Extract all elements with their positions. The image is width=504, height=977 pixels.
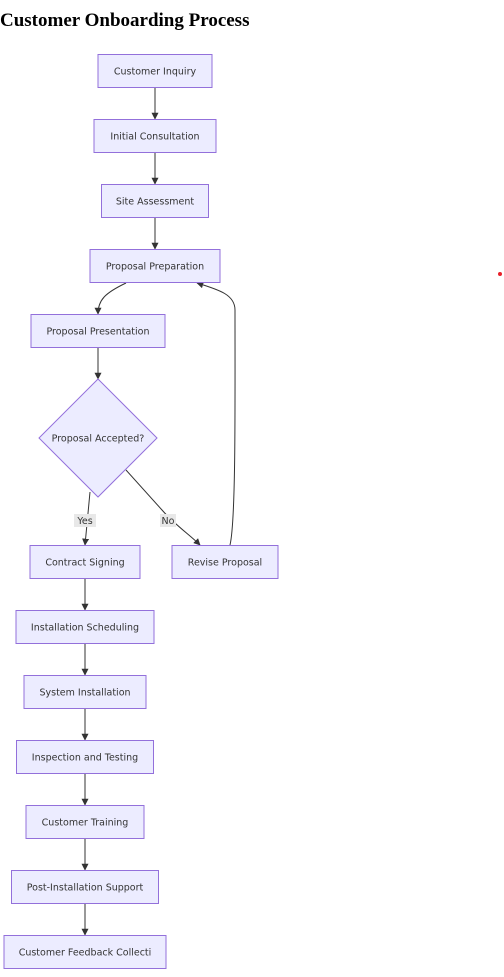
- node-label: Site Assessment: [116, 197, 195, 208]
- node-install[interactable]: System Installation: [23, 675, 147, 709]
- node-label: Installation Scheduling: [31, 623, 139, 634]
- edge-label-yes: Yes: [74, 514, 96, 527]
- node-label: Inspection and Testing: [32, 753, 138, 764]
- node-label: Initial Consultation: [110, 132, 199, 143]
- edge-line: [125, 469, 201, 546]
- node-contract[interactable]: Contract Signing: [29, 545, 141, 579]
- node-label: Customer Feedback Collecti: [19, 948, 152, 959]
- node-accepted[interactable]: Proposal Accepted?: [38, 378, 158, 498]
- svg-text:Yes: Yes: [76, 516, 92, 527]
- node-support[interactable]: Post-Installation Support: [11, 870, 159, 904]
- node-training[interactable]: Customer Training: [25, 805, 145, 839]
- node-inquiry[interactable]: Customer Inquiry: [97, 54, 213, 88]
- node-label: System Installation: [39, 688, 130, 699]
- edge-prep-present: [94, 282, 127, 315]
- node-label: Customer Inquiry: [114, 67, 197, 78]
- node-schedule[interactable]: Installation Scheduling: [15, 610, 155, 644]
- node-site[interactable]: Site Assessment: [101, 184, 209, 218]
- node-label: Post-Installation Support: [27, 883, 144, 894]
- node-label: Proposal Preparation: [106, 262, 204, 273]
- node-consult[interactable]: Initial Consultation: [93, 119, 217, 153]
- edge-line: [94, 282, 127, 315]
- edge-revise-prep: [196, 281, 236, 546]
- node-label: Customer Training: [42, 818, 129, 829]
- node-prep[interactable]: Proposal Preparation: [89, 249, 221, 283]
- edge-accepted-revise: [125, 469, 201, 546]
- node-present[interactable]: Proposal Presentation: [30, 314, 166, 348]
- node-label: Proposal Presentation: [46, 327, 149, 338]
- node-revise[interactable]: Revise Proposal: [171, 545, 279, 579]
- node-label: Revise Proposal: [188, 558, 262, 569]
- svg-text:No: No: [162, 516, 175, 527]
- edge-label-no: No: [160, 514, 176, 527]
- node-feedback[interactable]: Customer Feedback Collecti: [3, 935, 167, 969]
- node-label: Proposal Accepted?: [52, 434, 145, 445]
- node-inspect[interactable]: Inspection and Testing: [16, 740, 154, 774]
- node-label: Contract Signing: [45, 558, 124, 569]
- edge-line: [196, 281, 236, 546]
- flowchart: Yes No Customer Inquiry Initial Consultati…: [3, 54, 279, 969]
